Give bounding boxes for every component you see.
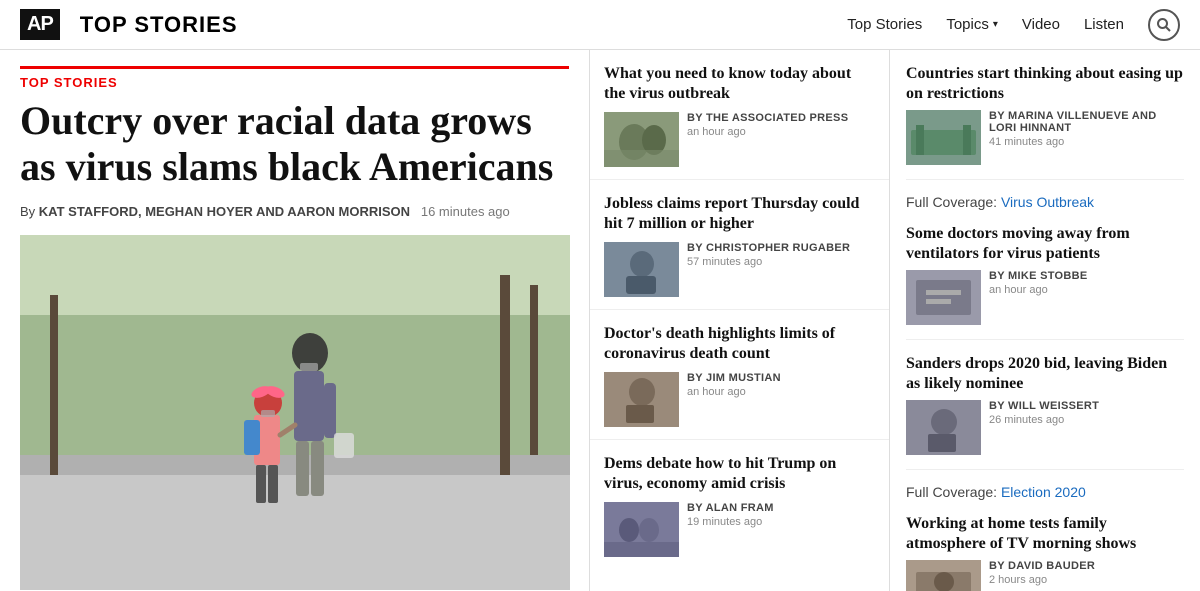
story-headline-1[interactable]: What you need to know today about the vi…	[604, 64, 875, 104]
ap-logo-text: AP	[20, 9, 60, 40]
story-byline-4: By ALAN FRAM 19 minutes ago	[687, 502, 774, 528]
story-meta-1: By The Associated Press an hour ago	[604, 112, 875, 179]
main-image	[20, 235, 570, 590]
story-byline-1: By The Associated Press an hour ago	[687, 112, 848, 138]
story-item-4: Dems debate how to hit Trump on virus, e…	[590, 440, 889, 569]
story-headline-2[interactable]: Jobless claims report Thursday could hit…	[604, 194, 875, 234]
right-headline-2[interactable]: Some doctors moving away from ventilator…	[906, 224, 1184, 264]
right-thumb-2	[906, 270, 981, 325]
right-author-1: By MARINA VILLENUEVE AND LORI HINNANT	[989, 110, 1184, 134]
right-author-2: By MIKE STOBBE	[989, 270, 1088, 282]
story-time-2: 57 minutes ago	[687, 256, 850, 268]
right-thumb-1	[906, 110, 981, 165]
main-content: TOP STORIES Outcry over racial data grow…	[0, 50, 1200, 591]
right-meta-4: By DAVID BAUDER 2 hours ago	[906, 560, 1184, 591]
story-thumb-2	[604, 242, 679, 297]
story-meta-4: By ALAN FRAM 19 minutes ago	[604, 502, 875, 569]
search-icon	[1156, 17, 1172, 33]
right-thumb-svg-1	[906, 110, 981, 165]
right-time-1: 41 minutes ago	[989, 136, 1184, 148]
right-thumb-3	[906, 400, 981, 455]
nav-top-stories[interactable]: Top Stories	[847, 16, 922, 33]
story-time-1: an hour ago	[687, 126, 848, 138]
story-time-3: an hour ago	[687, 386, 781, 398]
right-byline-4: By DAVID BAUDER 2 hours ago	[989, 560, 1095, 586]
story-item-3: Doctor's death highlights limits of coro…	[590, 310, 889, 440]
mid-column: What you need to know today about the vi…	[590, 50, 890, 591]
right-thumb-svg-2	[906, 270, 981, 325]
story-author-1: By The Associated Press	[687, 112, 848, 124]
story-thumb-4	[604, 502, 679, 557]
story-byline-3: By JIM MUSTIAN an hour ago	[687, 372, 781, 398]
right-thumb-4	[906, 560, 981, 591]
story-time-4: 19 minutes ago	[687, 516, 774, 528]
byline-authors: KAT STAFFORD, MEGHAN HOYER and AARON MOR…	[39, 204, 410, 219]
story-author-2: By CHRISTOPHER RUGABER	[687, 242, 850, 254]
main-time: 16 minutes ago	[421, 204, 510, 219]
right-meta-1: By MARINA VILLENUEVE AND LORI HINNANT 41…	[906, 110, 1184, 165]
nav-topics[interactable]: Topics ▾	[946, 16, 998, 33]
header-nav: Top Stories Topics ▾ Video Listen	[847, 9, 1180, 41]
right-time-2: an hour ago	[989, 284, 1088, 296]
full-coverage-link-virus[interactable]: Virus Outbreak	[1001, 194, 1094, 210]
right-byline-2: By MIKE STOBBE an hour ago	[989, 270, 1088, 296]
story-thumb-3	[604, 372, 679, 427]
right-byline-3: By WILL WEISSERT 26 minutes ago	[989, 400, 1099, 426]
story-headline-4[interactable]: Dems debate how to hit Trump on virus, e…	[604, 454, 875, 494]
full-coverage-label-2: Full Coverage:	[906, 484, 997, 500]
section-label: TOP STORIES	[20, 66, 569, 90]
story-author-3: By JIM MUSTIAN	[687, 372, 781, 384]
right-story-4: Working at home tests family atmosphere …	[906, 514, 1184, 591]
story-thumb-1	[604, 112, 679, 167]
story-thumb-svg-4	[604, 502, 679, 557]
main-image-svg	[20, 235, 570, 590]
main-byline: By KAT STAFFORD, MEGHAN HOYER and AARON …	[20, 204, 569, 219]
main-headline[interactable]: Outcry over racial data grows as virus s…	[20, 98, 569, 190]
byline-prefix: By	[20, 204, 35, 219]
nav-video[interactable]: Video	[1022, 16, 1060, 33]
story-meta-3: By JIM MUSTIAN an hour ago	[604, 372, 875, 439]
right-headline-3[interactable]: Sanders drops 2020 bid, leaving Biden as…	[906, 354, 1184, 394]
right-thumb-svg-3	[906, 400, 981, 455]
story-meta-2: By CHRISTOPHER RUGABER 57 minutes ago	[604, 242, 875, 309]
right-time-3: 26 minutes ago	[989, 414, 1099, 426]
story-item-2: Jobless claims report Thursday could hit…	[590, 180, 889, 310]
ap-logo[interactable]: AP	[20, 9, 60, 40]
story-thumb-svg-2	[604, 242, 679, 297]
story-byline-2: By CHRISTOPHER RUGABER 57 minutes ago	[687, 242, 850, 268]
left-column: TOP STORIES Outcry over racial data grow…	[0, 50, 590, 591]
full-coverage-label-1: Full Coverage:	[906, 194, 997, 210]
right-story-1: Countries start thinking about easing up…	[906, 64, 1184, 180]
story-thumb-svg-3	[604, 372, 679, 427]
full-coverage-virus: Full Coverage: Virus Outbreak	[906, 194, 1184, 210]
right-thumb-svg-4	[906, 560, 981, 591]
story-author-4: By ALAN FRAM	[687, 502, 774, 514]
story-thumb-svg-1	[604, 112, 679, 167]
right-headline-1[interactable]: Countries start thinking about easing up…	[906, 64, 1184, 104]
story-item: What you need to know today about the vi…	[590, 50, 889, 180]
right-headline-4[interactable]: Working at home tests family atmosphere …	[906, 514, 1184, 554]
right-meta-3: By WILL WEISSERT 26 minutes ago	[906, 400, 1184, 455]
main-image-scene	[20, 235, 570, 590]
story-headline-3[interactable]: Doctor's death highlights limits of coro…	[604, 324, 875, 364]
right-meta-2: By MIKE STOBBE an hour ago	[906, 270, 1184, 325]
chevron-down-icon: ▾	[993, 19, 998, 30]
right-byline-1: By MARINA VILLENUEVE AND LORI HINNANT 41…	[989, 110, 1184, 148]
right-story-2: Some doctors moving away from ventilator…	[906, 224, 1184, 340]
topics-label: Topics	[946, 16, 989, 33]
right-time-4: 2 hours ago	[989, 574, 1095, 586]
right-author-4: By DAVID BAUDER	[989, 560, 1095, 572]
right-column: Countries start thinking about easing up…	[890, 50, 1200, 591]
nav-listen[interactable]: Listen	[1084, 16, 1124, 33]
right-story-3: Sanders drops 2020 bid, leaving Biden as…	[906, 354, 1184, 470]
search-button[interactable]	[1148, 9, 1180, 41]
header: AP TOP STORIES Top Stories Topics ▾ Vide…	[0, 0, 1200, 50]
header-title: TOP STORIES	[80, 12, 847, 38]
full-coverage-election: Full Coverage: Election 2020	[906, 484, 1184, 500]
right-author-3: By WILL WEISSERT	[989, 400, 1099, 412]
full-coverage-link-election[interactable]: Election 2020	[1001, 484, 1086, 500]
